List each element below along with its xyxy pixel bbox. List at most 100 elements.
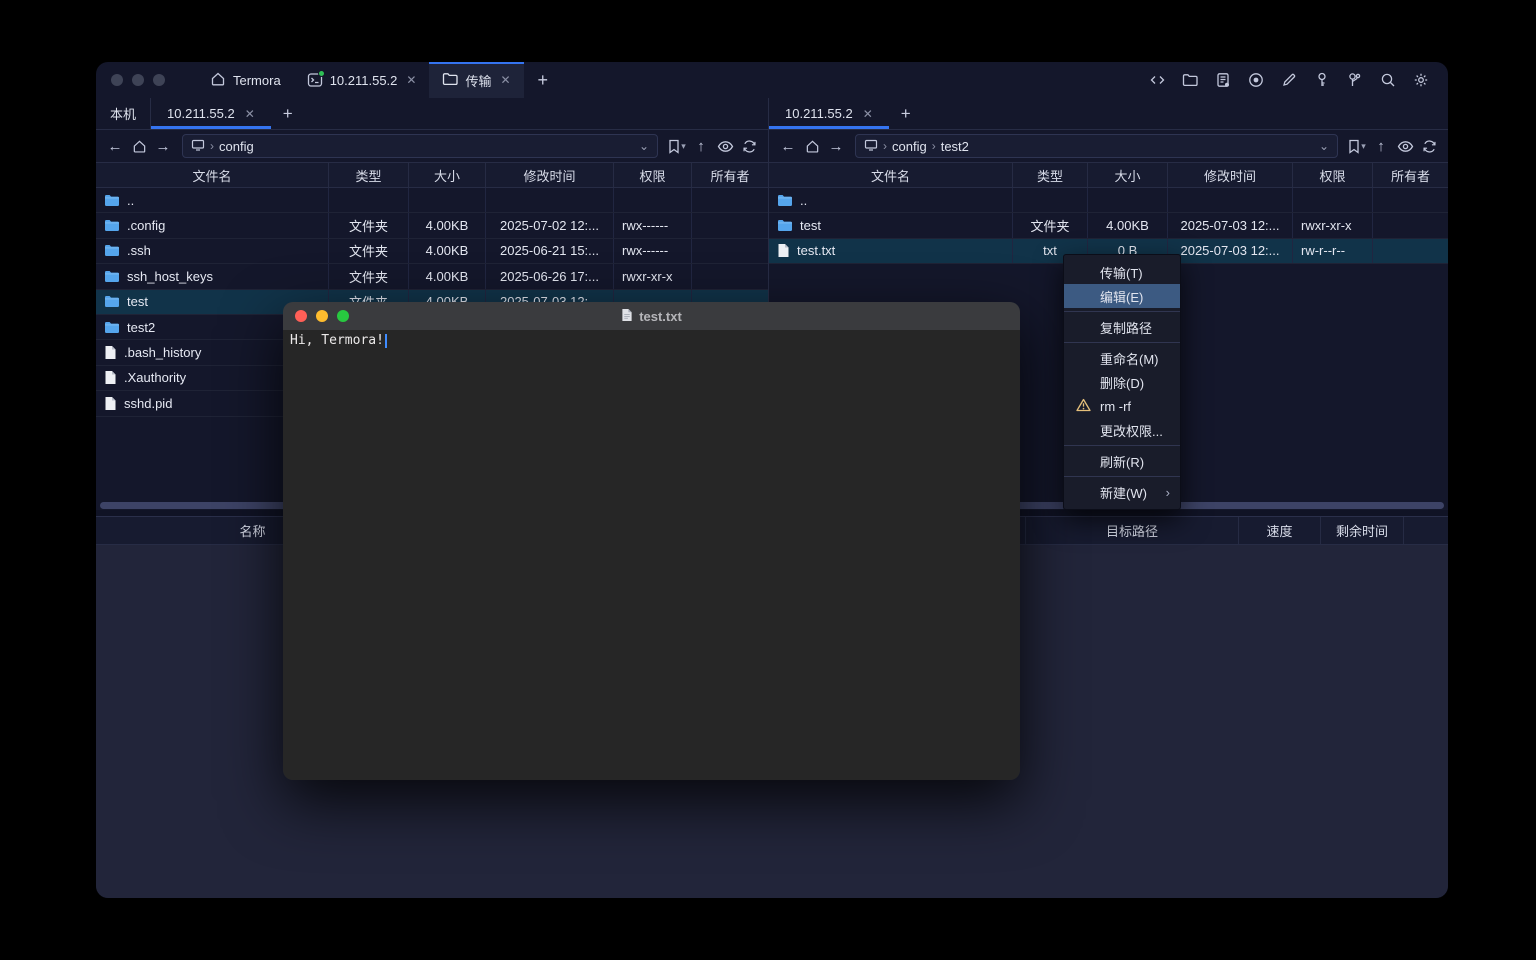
context-menu-item[interactable]: 复制路径 › — [1064, 315, 1180, 339]
maximize-window-button[interactable] — [337, 310, 349, 322]
context-menu-item[interactable]: 重命名(M) › — [1064, 346, 1180, 370]
table-row[interactable]: test 文件夹 4.00KB 2025-07-03 12:... rwxr-x… — [769, 213, 1448, 238]
table-row[interactable]: ssh_host_keys 文件夹 4.00KB 2025-06-26 17:.… — [96, 264, 768, 289]
folder-icon — [104, 295, 120, 308]
menu-separator — [1064, 476, 1180, 477]
context-menu-item[interactable]: 更改权限... › — [1064, 418, 1180, 442]
column-header[interactable]: 剩余时间 — [1321, 517, 1404, 544]
minimize-window-button[interactable] — [316, 310, 328, 322]
column-header[interactable]: 所有者 — [692, 163, 768, 187]
column-header[interactable]: 文件名 — [96, 163, 329, 187]
tab-local-machine[interactable]: 本机 — [96, 98, 151, 129]
tab-label: 本机 — [110, 104, 136, 123]
column-header[interactable]: 大小 — [1088, 163, 1168, 187]
upload-button[interactable]: ↑ — [690, 135, 712, 157]
path-crumb[interactable]: test2 — [941, 139, 969, 154]
column-header[interactable]: 修改时间 — [486, 163, 614, 187]
context-menu-item[interactable]: 新建(W) › — [1064, 480, 1180, 504]
file-owner — [1373, 188, 1448, 212]
column-header[interactable]: 大小 — [409, 163, 486, 187]
column-header[interactable]: 修改时间 — [1168, 163, 1293, 187]
context-menu-label: 删除(D) — [1100, 373, 1144, 392]
column-header[interactable]: 速度 — [1239, 517, 1321, 544]
table-row[interactable]: .. — [769, 188, 1448, 213]
close-tab-icon[interactable]: ✕ — [406, 73, 416, 87]
context-menu-label: rm -rf — [1100, 399, 1131, 414]
column-header[interactable]: 所有者 — [1373, 163, 1448, 187]
column-header[interactable]: 类型 — [1013, 163, 1088, 187]
close-tab-icon[interactable]: ✕ — [245, 107, 255, 121]
tab-left-host[interactable]: 10.211.55.2 ✕ — [151, 98, 271, 129]
tab-right-host[interactable]: 10.211.55.2 ✕ — [769, 98, 889, 129]
context-menu-item[interactable]: 传输(T) › — [1064, 260, 1180, 284]
add-panel-tab-button[interactable]: + — [889, 98, 923, 129]
show-hidden-button[interactable] — [1394, 135, 1416, 157]
record-icon[interactable] — [1243, 67, 1269, 93]
back-button[interactable]: ← — [104, 135, 126, 157]
close-tab-icon[interactable]: ✕ — [500, 73, 510, 87]
left-path-field[interactable]: › config ⌄ — [182, 134, 658, 158]
tab-transfer[interactable]: 传输 ✕ — [429, 62, 523, 98]
refresh-button[interactable] — [1418, 135, 1440, 157]
path-crumb[interactable]: config — [219, 139, 254, 154]
table-row[interactable]: .. — [96, 188, 768, 213]
table-row[interactable]: .ssh 文件夹 4.00KB 2025-06-21 15:... rwx---… — [96, 239, 768, 264]
folder-icon — [777, 194, 793, 207]
search-icon[interactable] — [1375, 67, 1401, 93]
keychain-icon[interactable] — [1342, 67, 1368, 93]
context-menu-item[interactable]: 编辑(E) › — [1064, 284, 1180, 308]
table-row[interactable]: .config 文件夹 4.00KB 2025-07-02 12:... rwx… — [96, 213, 768, 238]
column-header[interactable]: 权限 — [614, 163, 692, 187]
chevron-down-icon[interactable]: ⌄ — [639, 139, 649, 153]
tab-label: Termora — [233, 73, 281, 88]
forward-button[interactable]: → — [152, 135, 174, 157]
maximize-window-button[interactable] — [153, 74, 165, 86]
context-menu-item[interactable]: 刷新(R) › — [1064, 449, 1180, 473]
close-tab-icon[interactable]: ✕ — [863, 107, 873, 121]
pencil-icon[interactable] — [1276, 67, 1302, 93]
crumb-separator: › — [883, 139, 887, 153]
tab-termora[interactable]: Termora — [197, 62, 294, 98]
forward-button[interactable]: → — [825, 135, 847, 157]
column-header[interactable]: 目标路径 — [1026, 517, 1239, 544]
code-icon[interactable] — [1144, 67, 1170, 93]
dropdown-icon: ▾ — [1361, 141, 1366, 152]
new-tab-button[interactable]: + — [524, 62, 563, 98]
bookmark-button[interactable]: ▾ — [666, 135, 688, 157]
context-menu-item[interactable]: rm -rf › — [1064, 394, 1180, 418]
key-icon[interactable] — [1309, 67, 1335, 93]
log-icon[interactable] — [1210, 67, 1236, 93]
gear-icon[interactable] — [1408, 67, 1434, 93]
file-type — [329, 188, 409, 212]
tab-label: 传输 — [465, 71, 491, 90]
column-header[interactable]: 权限 — [1293, 163, 1373, 187]
back-button[interactable]: ← — [777, 135, 799, 157]
tab-ssh-session[interactable]: 10.211.55.2 ✕ — [294, 62, 430, 98]
home-button[interactable] — [128, 135, 150, 157]
add-panel-tab-button[interactable]: + — [271, 98, 305, 129]
folder-icon[interactable] — [1177, 67, 1203, 93]
file-name: .. — [127, 193, 134, 208]
tab-label: 10.211.55.2 — [785, 106, 853, 121]
folder-icon — [104, 244, 120, 257]
column-header[interactable]: 文件名 — [769, 163, 1013, 187]
upload-button[interactable]: ↑ — [1370, 135, 1392, 157]
menu-separator — [1064, 445, 1180, 446]
chevron-down-icon[interactable]: ⌄ — [1319, 139, 1329, 153]
minimize-window-button[interactable] — [132, 74, 144, 86]
editor-text: Hi, Termora! — [290, 333, 384, 348]
file-name: ssh_host_keys — [127, 269, 213, 284]
context-menu-item[interactable]: 删除(D) › — [1064, 370, 1180, 394]
show-hidden-button[interactable] — [714, 135, 736, 157]
column-header[interactable]: 类型 — [329, 163, 409, 187]
right-path-field[interactable]: › config › test2 ⌄ — [855, 134, 1338, 158]
path-crumb[interactable]: config — [892, 139, 927, 154]
crumb-separator: › — [932, 139, 936, 153]
close-window-button[interactable] — [111, 74, 123, 86]
bookmark-button[interactable]: ▾ — [1346, 135, 1368, 157]
editor-titlebar: test.txt — [283, 302, 1020, 330]
refresh-button[interactable] — [738, 135, 760, 157]
close-window-button[interactable] — [295, 310, 307, 322]
editor-content[interactable]: Hi, Termora! — [283, 330, 1020, 780]
home-button[interactable] — [801, 135, 823, 157]
